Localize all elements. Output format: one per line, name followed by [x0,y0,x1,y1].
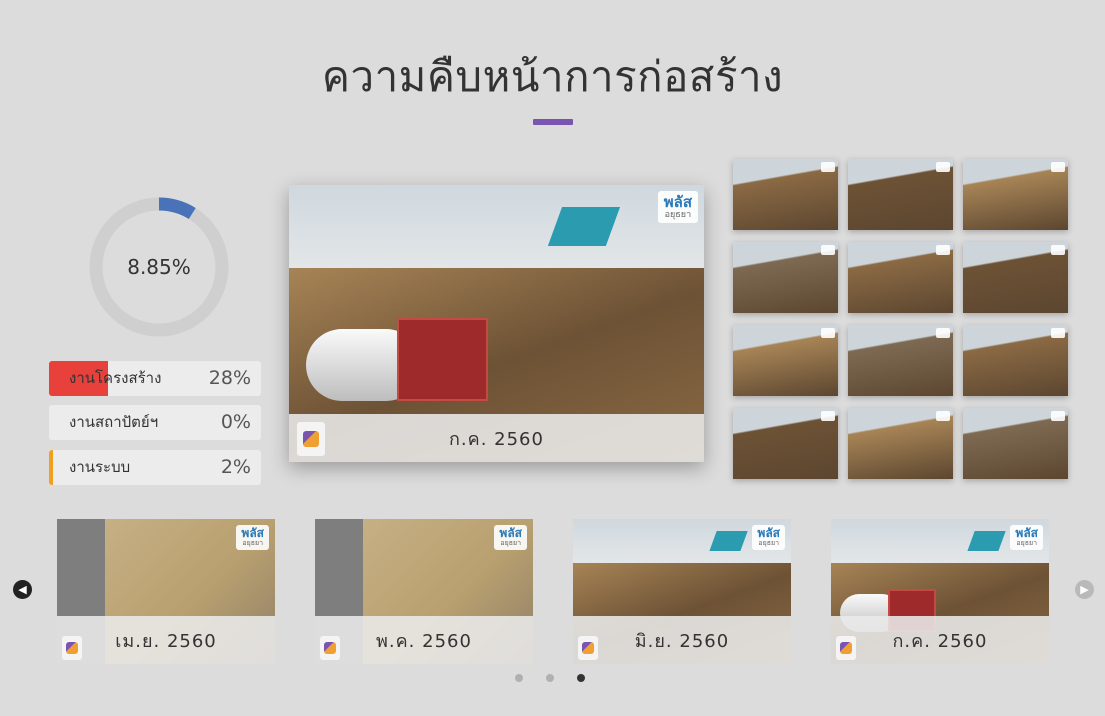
brand-logo-subtext: อยุธยา [500,539,522,548]
brand-logo-subtext: อยุธยา [758,539,780,548]
gallery-thumbnail[interactable] [733,408,838,479]
timeline-card-april[interactable]: พลัส อยุธยา เม.ย. 2560 [57,519,275,664]
title-underline [533,119,573,125]
gallery-thumbnail[interactable] [848,242,953,313]
gallery-thumbnail[interactable] [848,408,953,479]
stat-architecture-label: งานสถาปัตย์ฯ [69,413,159,431]
photo-thumbnail-grid [733,159,1068,479]
overall-progress-value: 8.85% [127,255,191,279]
gallery-thumbnail[interactable] [963,325,1068,396]
pagination-dot[interactable] [546,674,554,682]
company-logo-icon [297,422,325,456]
brand-logo-icon [821,245,835,255]
gallery-thumbnail[interactable] [848,159,953,230]
brand-logo-text: พลัส [663,193,692,211]
timeline-card-july[interactable]: พลัส อยุธยา ก.ค. 2560 [831,519,1049,664]
brand-logo: พลัส อยุธยา [494,525,527,550]
timeline-card-may[interactable]: พลัส อยุธยา พ.ค. 2560 [315,519,533,664]
gallery-thumbnail[interactable] [848,325,953,396]
stat-structural-label: งานโครงสร้าง [69,369,162,387]
stat-systems: งานระบบ 2% [49,450,261,485]
stat-architecture: งานสถาปัตย์ฯ 0% [49,405,261,440]
page-title: ความคืบหน้าการก่อสร้าง [321,52,784,101]
stat-structural: งานโครงสร้าง 28% [49,361,261,396]
brand-logo-icon [1051,245,1065,255]
gallery-thumbnail[interactable] [733,159,838,230]
brand-logo: พลัส อยุธยา [657,191,698,224]
brand-logo: พลัส อยุธยา [752,525,785,550]
brand-logo-icon [1051,162,1065,172]
timeline-card-date: เม.ย. 2560 [115,630,217,652]
company-logo-icon [836,636,856,660]
brand-logo-icon [936,162,950,172]
company-logo-icon [62,636,82,660]
chevron-right-icon[interactable]: ▶ [1075,580,1094,599]
brand-logo-icon [936,328,950,338]
stat-systems-fill [49,450,54,485]
stat-structural-value: 28% [208,367,251,389]
timeline-card-date: ก.ค. 2560 [892,630,988,652]
stat-architecture-value: 0% [220,411,251,433]
brand-logo-icon [1051,328,1065,338]
timeline-card-date: มิ.ย. 2560 [634,630,730,652]
main-photo-caption: ก.ค. 2560 [289,414,704,462]
brand-logo-icon [821,328,835,338]
timeline-card-date: พ.ค. 2560 [376,630,472,652]
company-logo-icon [578,636,598,660]
gallery-thumbnail[interactable] [963,159,1068,230]
brand-logo: พลัส อยุธยา [1010,525,1043,550]
brand-logo-icon [936,245,950,255]
brand-logo-icon [1051,411,1065,421]
timeline-card-caption: เม.ย. 2560 [57,616,275,664]
pagination-dot[interactable] [577,674,585,682]
brand-logo-icon [821,162,835,172]
timeline-card-caption: ก.ค. 2560 [831,616,1049,664]
gallery-thumbnail[interactable] [963,242,1068,313]
carousel-pagination [515,672,595,684]
timeline-card-caption: มิ.ย. 2560 [573,616,791,664]
pagination-dot[interactable] [515,674,523,682]
brand-logo-icon [936,411,950,421]
brand-logo-subtext: อยุธยา [242,539,264,548]
gallery-thumbnail[interactable] [963,408,1068,479]
brand-logo: พลัส อยุธยา [236,525,269,550]
stat-systems-label: งานระบบ [69,458,131,476]
brand-logo-subtext: อยุธยา [1016,539,1038,548]
timeline-card-caption: พ.ค. 2560 [315,616,533,664]
chevron-left-icon[interactable]: ◀ [13,580,32,599]
gallery-thumbnail[interactable] [733,325,838,396]
stat-systems-value: 2% [220,456,251,478]
gallery-thumbnail[interactable] [733,242,838,313]
company-logo-icon [320,636,340,660]
brand-logo-subtext: อยุธยา [664,209,692,220]
timeline-card-june[interactable]: พลัส อยุธยา มิ.ย. 2560 [573,519,791,664]
brand-logo-icon [821,411,835,421]
main-progress-photo[interactable]: พลัส อยุธยา ก.ค. 2560 [289,185,704,462]
main-photo-date: ก.ค. 2560 [449,428,544,450]
